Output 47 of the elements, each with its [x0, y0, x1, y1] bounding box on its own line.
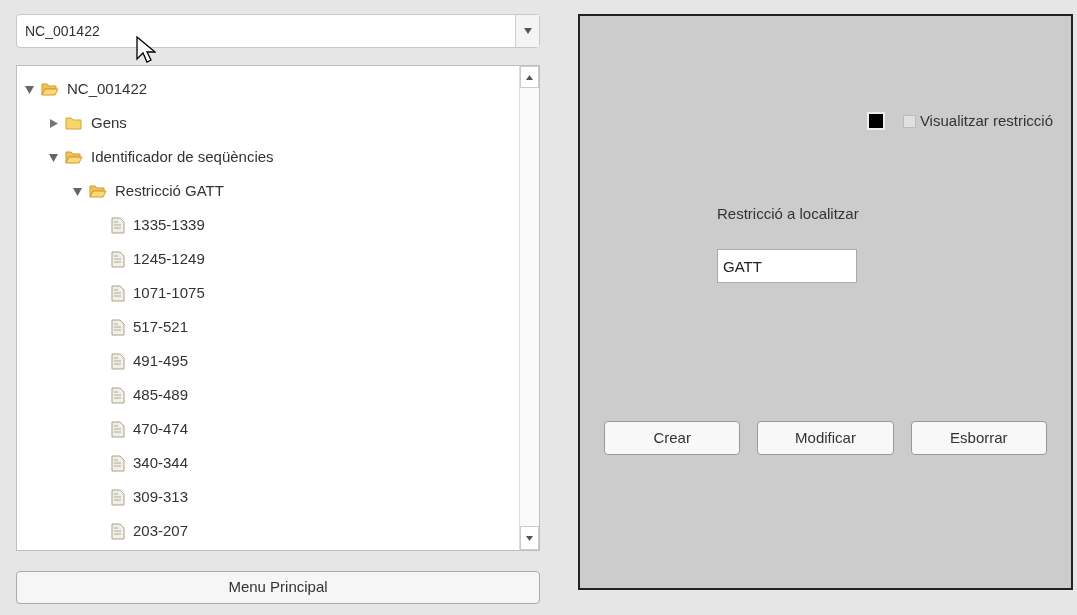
tree-item[interactable]: 1071-1075 — [133, 281, 205, 305]
collapse-arrow-icon[interactable] — [49, 152, 61, 162]
document-icon — [111, 454, 125, 472]
action-button[interactable]: Modificar — [757, 421, 894, 455]
restriction-field[interactable]: GATT — [717, 249, 857, 283]
sequence-select[interactable]: NC_001422 — [16, 14, 540, 48]
tree-item[interactable]: 1335-1339 — [133, 213, 205, 237]
action-button[interactable]: Crear — [604, 421, 741, 455]
tree-item[interactable]: Gens — [91, 111, 127, 135]
tree-item[interactable]: 1245-1249 — [133, 247, 205, 271]
document-icon — [111, 250, 125, 268]
expand-arrow-icon[interactable] — [49, 118, 61, 128]
color-picker[interactable] — [866, 112, 885, 131]
tree-item[interactable]: 309-313 — [133, 485, 189, 509]
document-icon — [111, 216, 125, 234]
scroll-down-icon[interactable] — [526, 535, 533, 541]
tree-item[interactable]: 340-344 — [133, 451, 189, 475]
document-icon — [111, 420, 125, 438]
tree-item[interactable]: 491-495 — [133, 349, 189, 373]
open-folder-icon — [65, 149, 83, 165]
action-button[interactable]: Esborrar — [910, 421, 1047, 455]
main-menu-button[interactable]: Menu Principal — [16, 571, 540, 604]
field-label: Restricció a localitzar — [717, 203, 860, 224]
folder-icon — [65, 115, 83, 131]
tree-item[interactable]: 517-521 — [133, 315, 189, 339]
select-value: NC_001422 — [25, 21, 100, 41]
scrollbar[interactable] — [519, 66, 539, 550]
tree-item[interactable]: Identificador de seqüències — [91, 145, 274, 169]
document-icon — [111, 284, 125, 302]
open-folder-icon — [89, 183, 107, 199]
collapse-arrow-icon[interactable] — [25, 84, 37, 94]
tree-item[interactable]: 203-207 — [133, 519, 189, 543]
checkbox[interactable] — [902, 114, 916, 128]
tree-item[interactable]: Restricció GATT — [115, 179, 224, 203]
document-icon — [111, 488, 125, 506]
checkbox-label: Visualitzar restricció — [919, 111, 1053, 131]
document-icon — [111, 318, 125, 336]
open-folder-icon — [41, 81, 59, 97]
document-icon — [111, 386, 125, 404]
tree-item[interactable]: 485-489 — [133, 383, 189, 407]
document-icon — [111, 522, 125, 540]
tree-item[interactable]: 470-474 — [133, 417, 189, 441]
scroll-up-icon[interactable] — [526, 74, 533, 80]
document-icon — [111, 352, 125, 370]
collapse-arrow-icon[interactable] — [73, 186, 85, 196]
tree-item[interactable]: NC_001422 — [67, 77, 148, 101]
mouse-cursor-icon — [136, 36, 156, 64]
